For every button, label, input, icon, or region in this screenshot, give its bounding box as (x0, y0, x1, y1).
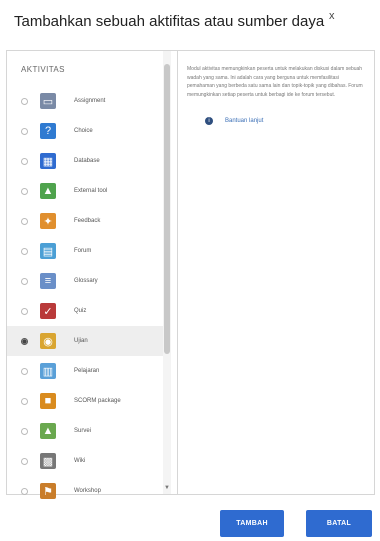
activity-label: External tool (74, 188, 108, 194)
activity-item[interactable]: ? Choice (7, 116, 165, 146)
assignment-icon: ▭ (40, 93, 56, 109)
activity-list-pane: AKTIVITAS ▭ Assignment? Choice ▦ Database ▲ Ex… (7, 51, 178, 499)
activity-item[interactable]: ▤ Forum (7, 236, 165, 266)
dialog-footer: TAMBAH BATAL (6, 495, 375, 541)
activity-label: Database (74, 158, 100, 164)
quiz-icon: ✓ (40, 303, 56, 319)
activity-label: Assignment (74, 98, 106, 104)
activity-radio[interactable] (21, 277, 28, 285)
add-button[interactable]: TAMBAH (220, 510, 284, 537)
activity-radio[interactable] (21, 97, 28, 105)
activity-description-pane: Modul aktivitas memungkinkan peserta unt… (187, 65, 367, 125)
external-tool-icon: ▲ (40, 183, 56, 199)
activity-label: Ujian (74, 338, 88, 344)
activity-radio[interactable] (21, 367, 28, 375)
activity-item[interactable]: ◉ Ujian (7, 326, 165, 356)
activity-label: SCORM package (74, 398, 121, 404)
activity-radio[interactable] (21, 427, 28, 435)
activity-label: Choice (74, 128, 93, 134)
close-icon[interactable]: x (329, 10, 335, 22)
activity-radio[interactable] (21, 187, 28, 195)
database-icon: ▦ (40, 153, 56, 169)
activity-label: Quiz (74, 308, 87, 314)
activity-item[interactable]: ▭ Assignment (7, 86, 165, 116)
activity-label: Wiki (74, 458, 86, 464)
scroll-down-icon[interactable]: ▼ (164, 484, 170, 492)
scrollbar-thumb[interactable] (164, 64, 170, 354)
dialog-title: Tambahkan sebuah aktifitas atau sumber d… (14, 13, 325, 30)
scorm-package-icon: ■ (40, 393, 56, 409)
activity-item[interactable]: ✦ Feedback (7, 206, 165, 236)
activity-list-header: AKTIVITAS (21, 65, 65, 74)
activity-item[interactable]: ▥ Pelajaran (7, 356, 165, 386)
activity-label: Pelajaran (74, 368, 100, 374)
survey-icon: ▲ (40, 423, 56, 439)
wiki-icon: ▩ (40, 453, 56, 469)
activity-radio[interactable] (21, 157, 28, 165)
activity-item[interactable]: ▲ External tool (7, 176, 165, 206)
activity-radio[interactable] (21, 127, 28, 135)
activity-label: Forum (74, 248, 92, 254)
activity-label: Glossary (74, 278, 98, 284)
help-link[interactable]: Bantuan lanjut (225, 118, 263, 124)
activity-label: Feedback (74, 218, 101, 224)
exam-icon: ◉ (40, 333, 56, 349)
help-row: i Bantuan lanjut (187, 117, 367, 125)
info-icon: i (205, 117, 213, 125)
choice-icon: ? (40, 123, 56, 139)
activity-item[interactable]: ▲ Survei (7, 416, 165, 446)
activity-radio[interactable] (21, 487, 28, 495)
activity-chooser-panel: AKTIVITAS ▭ Assignment? Choice ▦ Database ▲ Ex… (6, 50, 375, 499)
activity-item[interactable]: ▩ Wiki (7, 446, 165, 476)
activity-radio[interactable] (21, 217, 28, 225)
activity-label: Workshop (74, 488, 101, 494)
activity-radio[interactable] (21, 457, 28, 465)
forum-icon: ▤ (40, 243, 56, 259)
activity-radio[interactable] (21, 397, 28, 405)
activity-item[interactable]: ▦ Database (7, 146, 165, 176)
glossary-icon: ≡ (40, 273, 56, 289)
activity-label: Survei (74, 428, 92, 434)
activity-radio[interactable] (21, 247, 28, 255)
activity-radio[interactable] (21, 307, 28, 315)
feedback-icon: ✦ (40, 213, 56, 229)
activity-item[interactable]: ≡ Glossary (7, 266, 165, 296)
activity-radio[interactable] (21, 337, 28, 345)
cancel-button[interactable]: BATAL (306, 510, 372, 537)
activity-description: Modul aktivitas memungkinkan peserta unt… (187, 66, 363, 98)
activity-list: ▭ Assignment? Choice ▦ Database ▲ External too… (7, 86, 165, 506)
activity-item[interactable]: ■ SCORM package (7, 386, 165, 416)
activity-item[interactable]: ✓ Quiz (7, 296, 165, 326)
lesson-icon: ▥ (40, 363, 56, 379)
